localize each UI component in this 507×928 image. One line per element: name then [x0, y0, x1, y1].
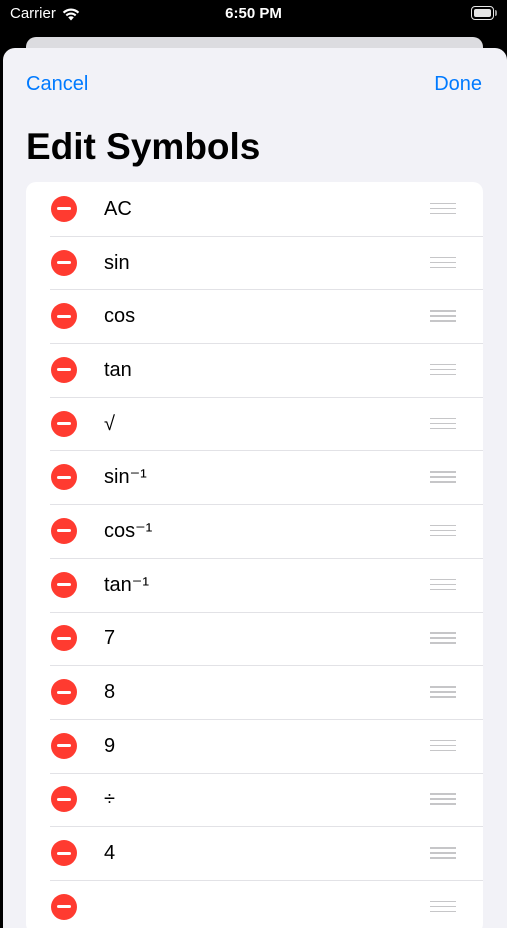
symbol-label: AC — [104, 197, 132, 220]
reorder-handle-icon[interactable] — [430, 256, 456, 270]
reorder-handle-icon[interactable] — [430, 363, 456, 377]
done-button[interactable]: Done — [434, 72, 482, 96]
symbol-row[interactable]: 9 — [26, 718, 483, 773]
reorder-handle-icon[interactable] — [430, 470, 456, 484]
symbol-label: tan — [104, 358, 132, 381]
status-bar: Carrier 6:50 PM — [0, 0, 507, 30]
symbol-label: 7 — [104, 627, 116, 650]
reorder-handle-icon[interactable] — [430, 417, 456, 431]
symbol-row[interactable]: sin⁻¹ — [26, 450, 483, 504]
cancel-button[interactable]: Cancel — [26, 72, 88, 96]
symbol-row[interactable]: cos⁻¹ — [26, 504, 483, 558]
symbol-row[interactable]: tan⁻¹ — [26, 557, 483, 612]
symbol-row[interactable]: sin — [26, 235, 483, 290]
symbol-label: 4 — [104, 842, 116, 865]
symbol-row[interactable]: cos — [26, 289, 483, 343]
delete-icon[interactable] — [51, 410, 77, 437]
reorder-handle-icon[interactable] — [430, 792, 456, 806]
page-title: Edit Symbols — [26, 126, 261, 167]
delete-icon[interactable] — [51, 786, 77, 813]
reorder-handle-icon[interactable] — [430, 524, 456, 538]
reorder-handle-icon[interactable] — [430, 202, 456, 216]
reorder-handle-icon[interactable] — [430, 685, 456, 699]
delete-icon[interactable] — [51, 464, 77, 491]
symbol-label: 8 — [104, 681, 116, 704]
delete-icon[interactable] — [51, 893, 77, 920]
symbol-label: 9 — [104, 734, 116, 757]
reorder-handle-icon[interactable] — [430, 578, 456, 592]
symbol-row[interactable]: ÷ — [26, 772, 483, 827]
edit-symbols-sheet: Cancel Done Edit Symbols AC sin cos tan … — [3, 48, 507, 928]
symbol-row[interactable]: AC — [26, 182, 483, 236]
reorder-handle-icon[interactable] — [430, 739, 456, 753]
delete-icon[interactable] — [51, 840, 77, 867]
status-time: 6:50 PM — [225, 5, 282, 22]
symbol-label: sin — [104, 251, 130, 274]
delete-icon[interactable] — [51, 249, 77, 276]
delete-icon[interactable] — [51, 517, 77, 544]
delete-icon[interactable] — [51, 679, 77, 706]
delete-icon[interactable] — [51, 356, 77, 383]
symbol-row[interactable]: tan — [26, 343, 483, 397]
delete-icon[interactable] — [51, 303, 77, 330]
symbol-row[interactable]: 8 — [26, 665, 483, 719]
delete-icon[interactable] — [51, 625, 77, 652]
delete-icon[interactable] — [51, 195, 77, 222]
reorder-handle-icon[interactable] — [430, 900, 456, 914]
delete-icon[interactable] — [51, 571, 77, 598]
symbol-row[interactable] — [26, 879, 483, 928]
symbols-list: AC sin cos tan √ sin⁻¹ cos⁻¹ tan⁻¹ 7 8 9… — [26, 182, 483, 928]
reorder-handle-icon[interactable] — [430, 631, 456, 645]
symbol-row[interactable]: 4 — [26, 826, 483, 880]
reorder-handle-icon[interactable] — [430, 309, 456, 323]
reorder-handle-icon[interactable] — [430, 846, 456, 860]
symbol-label: ÷ — [104, 788, 115, 811]
symbol-label: √ — [104, 412, 115, 435]
battery-icon — [471, 6, 497, 20]
delete-icon[interactable] — [51, 732, 77, 759]
symbol-label: sin⁻¹ — [104, 466, 147, 489]
symbol-label: cos — [104, 305, 136, 328]
symbol-label: cos⁻¹ — [104, 519, 153, 542]
symbol-row[interactable]: √ — [26, 396, 483, 451]
symbol-label: tan⁻¹ — [104, 573, 150, 596]
symbol-row[interactable]: 7 — [26, 611, 483, 666]
